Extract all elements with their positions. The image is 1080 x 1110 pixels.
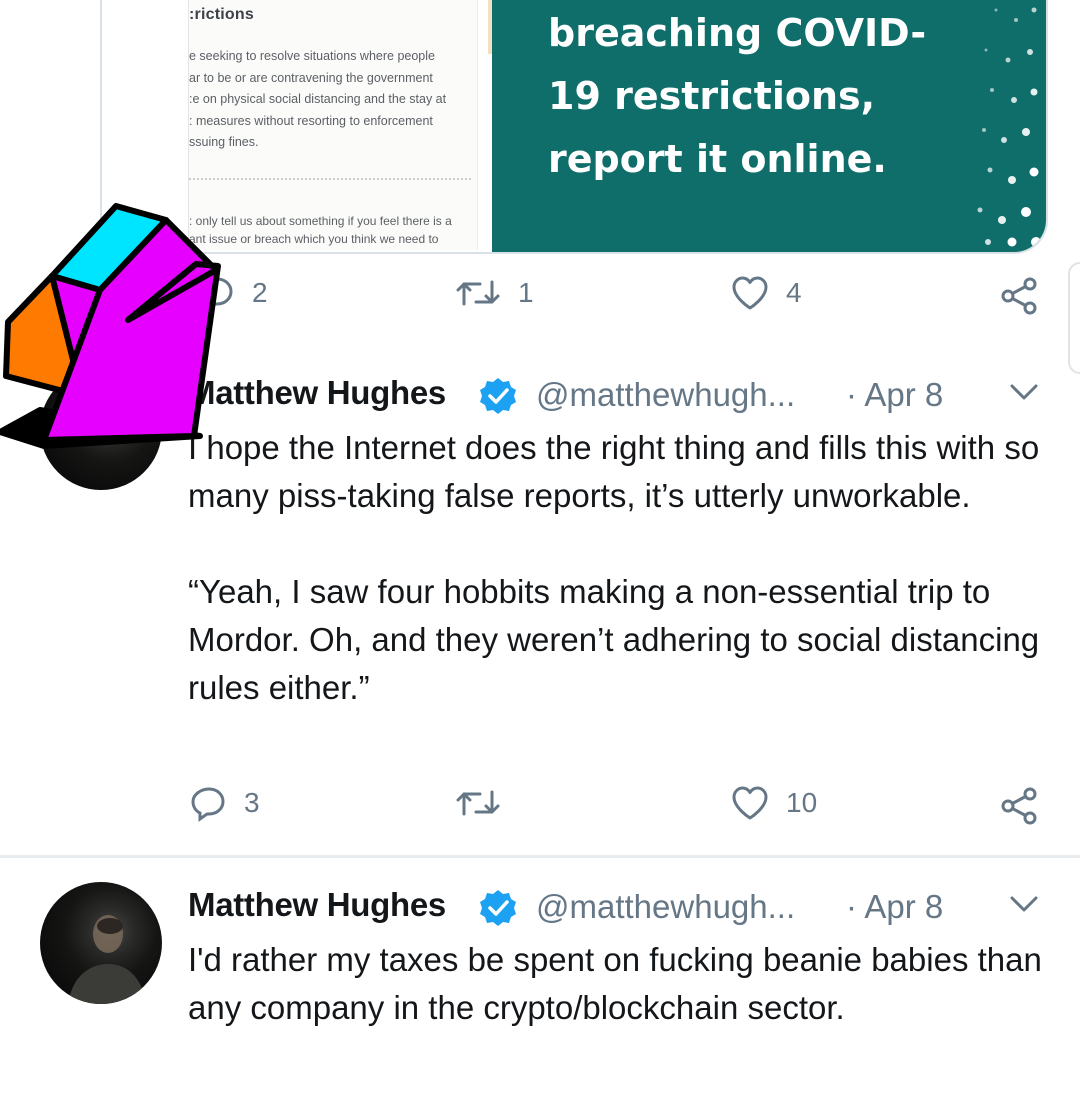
share-button[interactable] [1000, 786, 1040, 826]
document-heading: :rictions [189, 6, 254, 23]
verified-icon [480, 890, 516, 926]
prev-retweet-count: 1 [518, 277, 534, 308]
tweet-divider [0, 855, 1080, 858]
scroll-indicator[interactable] [1068, 262, 1080, 374]
verified-icon [480, 378, 516, 414]
like-button[interactable]: 10 [730, 784, 817, 822]
avatar[interactable] [40, 882, 162, 1004]
share-icon [1001, 787, 1037, 825]
person-silhouette [68, 915, 146, 1004]
prev-reply-count: 2 [252, 277, 268, 308]
reply-count: 3 [244, 787, 260, 818]
chevron-down-icon[interactable] [1004, 378, 1044, 406]
retweet-icon [456, 790, 500, 816]
document-paragraph: e seeking to resolve situations where pe… [189, 49, 447, 149]
like-count: 10 [786, 787, 818, 818]
prev-retweet-button[interactable]: 1 [454, 274, 534, 312]
reply-icon [191, 787, 225, 822]
tweet-text: I'd rather my taxes be spent on fucking … [188, 941, 1042, 1026]
share-icon [1001, 277, 1037, 315]
chevron-down-icon[interactable] [1004, 890, 1044, 918]
retweet-button[interactable] [454, 784, 518, 822]
tweet-text: I hope the Internet does the right thing… [188, 429, 1040, 706]
author-name[interactable]: Matthew Hughes [188, 886, 446, 924]
promo-banner: breaching COVID- 19 restrictions, report… [492, 0, 1046, 252]
prev-share-button[interactable] [1000, 276, 1040, 316]
media-card[interactable]: :rictions e seeking to resolve situation… [100, 0, 1048, 254]
author-handle[interactable]: @matthewhugh... [536, 376, 795, 414]
promo-text: breaching COVID- 19 restrictions, report… [548, 11, 927, 181]
prev-like-count: 4 [786, 277, 802, 308]
retweet-icon [456, 280, 500, 306]
arrow-annotation [0, 203, 221, 449]
like-icon [732, 276, 768, 310]
tweet-date[interactable]: · Apr 8 [846, 888, 943, 926]
tweet-date[interactable]: · Apr 8 [846, 376, 943, 414]
document-divider [189, 178, 471, 180]
prev-like-button[interactable]: 4 [730, 274, 802, 312]
author-handle[interactable]: @matthewhugh... [536, 888, 795, 926]
halftone-dots [977, 7, 1041, 247]
tweet-actions: 3 10 [0, 784, 1080, 834]
like-icon [732, 786, 768, 820]
reply-button[interactable]: 3 [190, 784, 260, 822]
